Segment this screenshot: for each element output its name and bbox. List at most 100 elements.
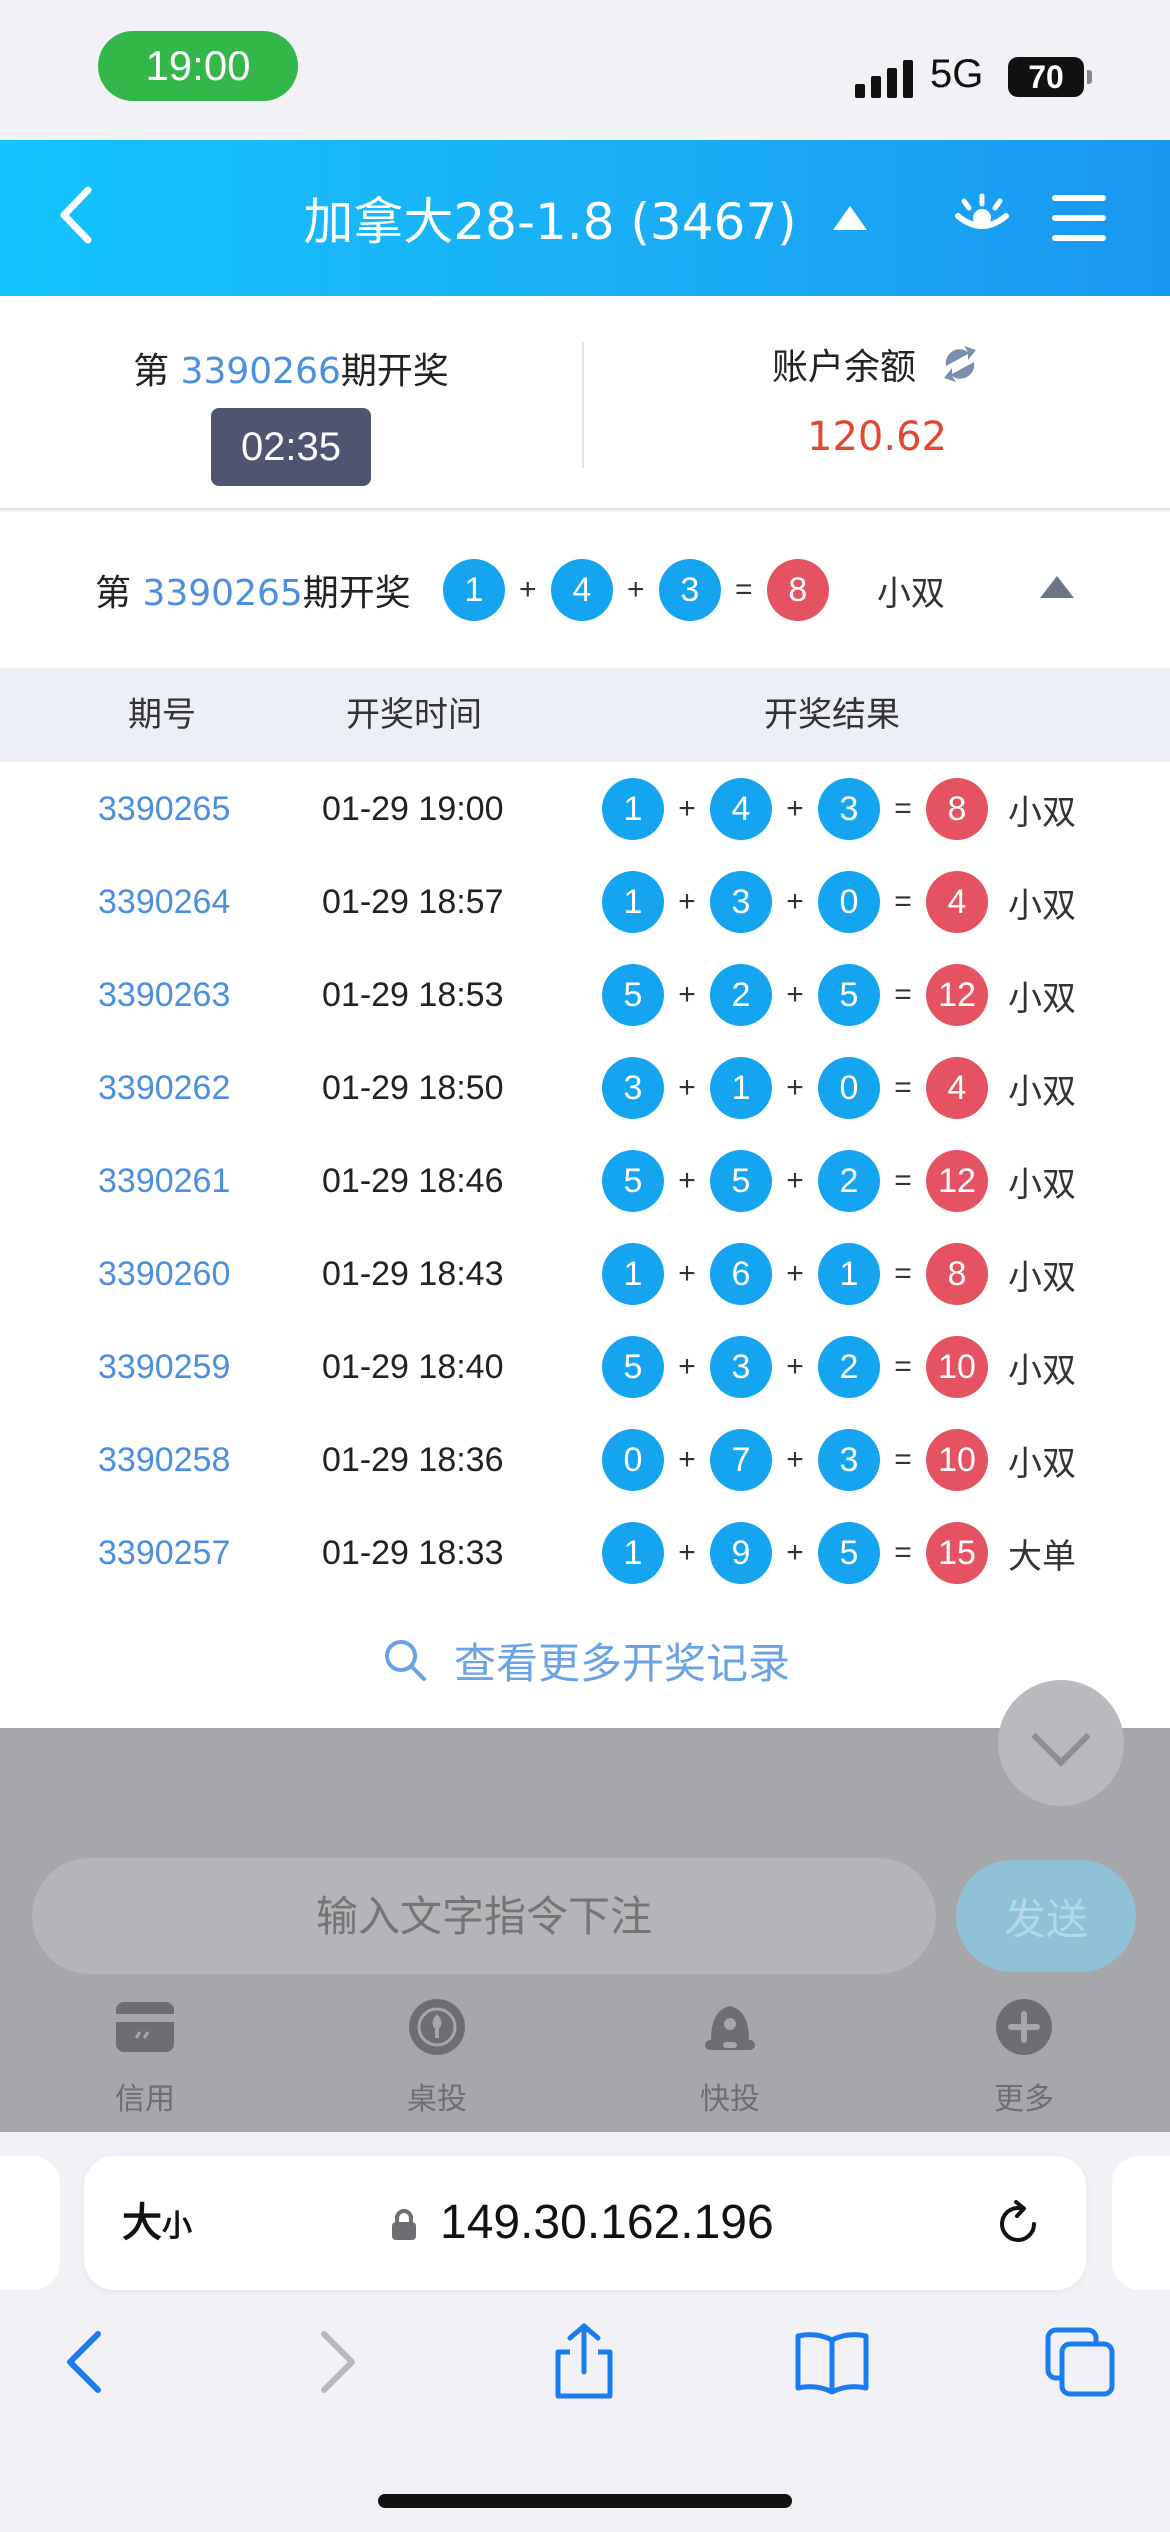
plus-sign: +: [786, 1350, 804, 1383]
row-type: 小双: [1008, 1164, 1076, 1205]
row-period[interactable]: 3390262: [98, 1041, 230, 1135]
row-type: 大单: [1008, 1536, 1076, 1577]
result-ball: 0: [818, 1057, 880, 1119]
sum-ball: 15: [926, 1522, 988, 1584]
browser-forward-icon[interactable]: [296, 2322, 376, 2402]
result-ball: 0: [602, 1429, 664, 1491]
last-period-suffix: 期开奖: [302, 573, 411, 614]
tab-credit[interactable]: 信用: [65, 1986, 225, 2118]
bottom-tab-bar: 信用 桌投 快投 更多: [0, 1986, 1170, 2132]
reload-icon[interactable]: [992, 2198, 1044, 2250]
result-ball: 2: [818, 1150, 880, 1212]
plus-sign: +: [678, 1536, 696, 1569]
send-button[interactable]: 发送: [956, 1860, 1136, 1972]
table-row: 3390263 01-29 18:53 5 +2 +5 = 12 小双: [0, 948, 1170, 1042]
browser-toolbar: 大小 149.30.162.196: [0, 2132, 1170, 2532]
plus-sign: +: [786, 1071, 804, 1104]
plus-sign: +: [786, 1257, 804, 1290]
result-ball: 1: [602, 1522, 664, 1584]
table-row: 3390262 01-29 18:50 3 +1 +0 = 4 小双: [0, 1041, 1170, 1135]
round-info-panel: 第 3390266期开奖 02:35 账户余额 120.62: [0, 296, 1170, 510]
tab-quick-bet[interactable]: 快投: [650, 1986, 810, 2118]
result-ball: 5: [602, 964, 664, 1026]
prev-tab-preview[interactable]: [0, 2156, 60, 2290]
row-period[interactable]: 3390264: [98, 855, 230, 949]
equals-sign: =: [894, 885, 912, 918]
row-time: 01-29 18:57: [322, 883, 504, 921]
result-ball: 2: [818, 1336, 880, 1398]
table-row: 3390258 01-29 18:36 0 +7 +3 = 10 小双: [0, 1413, 1170, 1507]
row-period[interactable]: 3390259: [98, 1320, 230, 1414]
back-icon[interactable]: [50, 180, 110, 250]
history-table-body[interactable]: 3390265 01-29 19:00 1 +4 +3 = 8 小双 3390264 01-29 …: [0, 762, 1170, 1592]
equals-sign: =: [894, 1164, 912, 1197]
next-tab-preview[interactable]: [1112, 2156, 1170, 2290]
result-ball: 0: [818, 871, 880, 933]
tabs-icon[interactable]: [1040, 2322, 1120, 2402]
result-ball: 5: [710, 1150, 772, 1212]
plus-sign: +: [786, 792, 804, 825]
menu-icon[interactable]: [1052, 195, 1106, 241]
equals-sign: =: [894, 1443, 912, 1476]
row-period[interactable]: 3390261: [98, 1134, 230, 1228]
last-draw-summary[interactable]: 第 3390265期开奖 1 + 4 + 3 = 8 小双: [0, 512, 1170, 668]
credit-icon: [116, 2002, 174, 2052]
result-ball: 1: [602, 1243, 664, 1305]
row-time: 01-29 18:33: [322, 1534, 504, 1572]
command-input[interactable]: [32, 1858, 936, 1974]
history-table-header: 期号 开奖时间 开奖结果: [0, 668, 1170, 762]
row-period[interactable]: 3390265: [98, 762, 230, 856]
share-icon[interactable]: [544, 2322, 624, 2402]
row-type: 小双: [1008, 978, 1076, 1019]
last-period-number: 3390265: [142, 573, 303, 614]
signal-icon: [855, 58, 913, 98]
col-result: 开奖结果: [764, 695, 900, 735]
result-ball: 1: [602, 778, 664, 840]
result-ball: 6: [710, 1243, 772, 1305]
browser-back-icon[interactable]: [46, 2322, 126, 2402]
current-period-prefix: 第: [133, 351, 181, 392]
tab-table-bet-label: 桌投: [407, 2082, 467, 2117]
balance-value: 120.62: [807, 414, 947, 460]
row-time: 01-29 18:43: [322, 1255, 504, 1293]
row-period[interactable]: 3390260: [98, 1227, 230, 1321]
tab-more[interactable]: 更多: [944, 1986, 1104, 2118]
row-type: 小双: [1008, 792, 1076, 833]
search-icon: [384, 1640, 426, 1681]
caret-up-icon[interactable]: [1040, 576, 1074, 598]
status-bar: 19:00 5G 70: [0, 0, 1170, 140]
address-bar[interactable]: 大小 149.30.162.196: [84, 2156, 1086, 2290]
result-ball: 2: [710, 964, 772, 1026]
bookmarks-icon[interactable]: [792, 2322, 872, 2402]
balance-label: 账户余额: [771, 347, 916, 388]
quick-bet-icon: [705, 2006, 755, 2050]
row-period[interactable]: 3390258: [98, 1413, 230, 1507]
app-header: 加拿大28-1.8 (3467): [0, 140, 1170, 296]
eye-icon[interactable]: [952, 190, 1012, 240]
row-result: 5 +3 +2 = 10 小双: [602, 1336, 1076, 1398]
view-more-button[interactable]: 查看更多开奖记录: [0, 1592, 1170, 1728]
row-period[interactable]: 3390257: [98, 1506, 230, 1592]
sum-ball: 8: [926, 1243, 988, 1305]
last-draw-result: 1 + 4 + 3 = 8: [442, 559, 829, 621]
tab-table-bet[interactable]: 桌投: [357, 1986, 517, 2118]
current-round: 第 3390266期开奖 02:35: [0, 296, 582, 510]
row-time: 01-29 18:53: [322, 976, 504, 1014]
row-result: 5 +5 +2 = 12 小双: [602, 1150, 1076, 1212]
row-period[interactable]: 3390263: [98, 948, 230, 1042]
refresh-icon[interactable]: [938, 342, 982, 386]
plus-sign: +: [519, 573, 537, 606]
current-period-number: 3390266: [180, 351, 341, 392]
row-type: 小双: [1008, 1350, 1076, 1391]
result-ball: 1: [710, 1057, 772, 1119]
sum-ball: 10: [926, 1429, 988, 1491]
text-size-small: 小: [162, 2209, 192, 2244]
page-title: 加拿大28-1.8 (3467): [303, 193, 797, 251]
plus-icon: [996, 1999, 1052, 2055]
text-size-button[interactable]: 大小: [122, 2156, 192, 2294]
last-period-prefix: 第: [95, 573, 143, 614]
lock-icon: [392, 2209, 416, 2240]
plus-sign: +: [786, 1443, 804, 1476]
row-time: 01-29 18:50: [322, 1069, 504, 1107]
balance-label-row: 账户余额: [584, 338, 1170, 390]
